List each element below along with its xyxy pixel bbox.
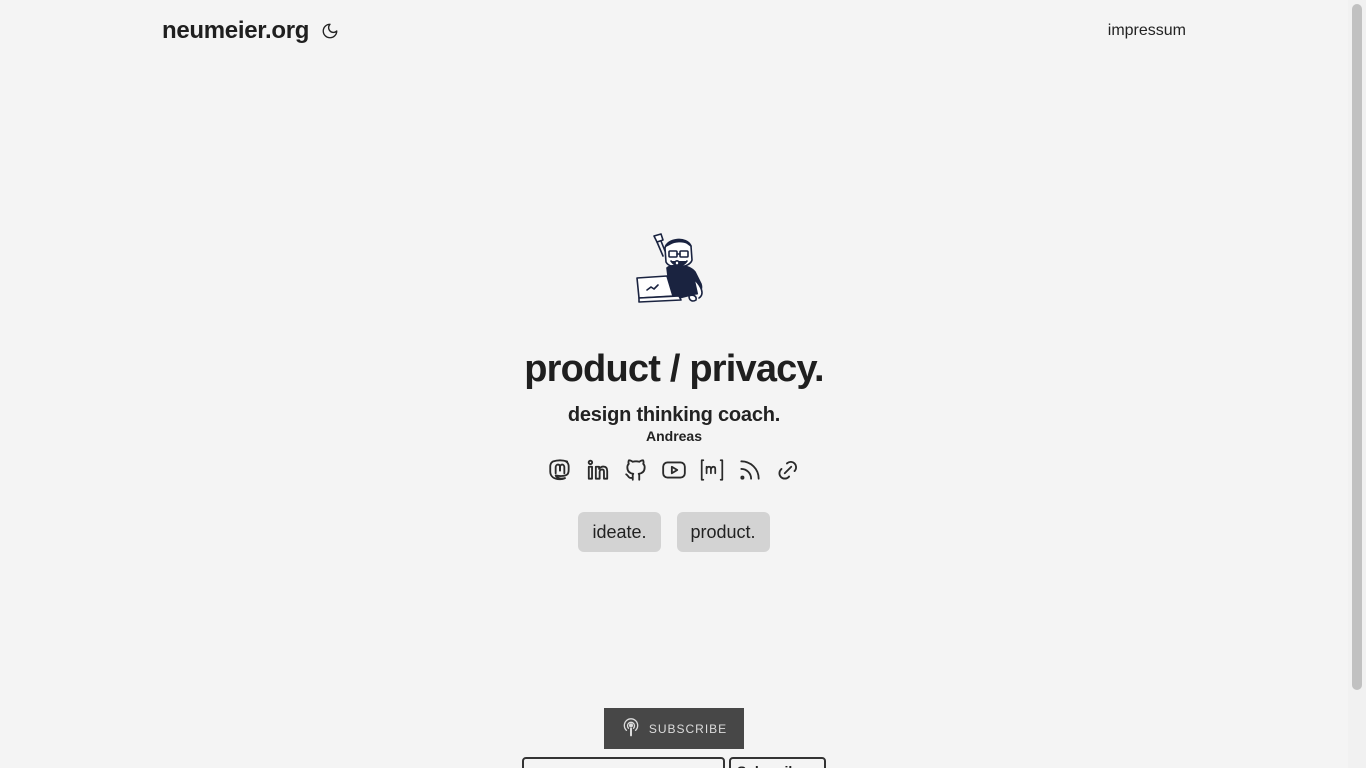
- github-icon[interactable]: [623, 457, 649, 483]
- social-links: [547, 457, 801, 483]
- matrix-icon[interactable]: [699, 457, 725, 483]
- site-title-link[interactable]: neumeier.org: [162, 17, 309, 45]
- subscribe-label: SUBSCRIBE: [648, 721, 728, 736]
- moon-icon[interactable]: [319, 20, 341, 42]
- site-header: neumeier.org impressum: [162, 14, 1186, 48]
- link-icon[interactable]: [775, 457, 801, 483]
- avatar: [635, 230, 713, 306]
- linkedin-icon[interactable]: [585, 457, 611, 483]
- rss-icon[interactable]: [737, 457, 763, 483]
- podcast-icon: [621, 716, 641, 741]
- impressum-link[interactable]: impressum: [1108, 22, 1186, 40]
- subscribe-submit-button[interactable]: Subscribe: [729, 757, 826, 768]
- scrollbar-thumb[interactable]: [1352, 4, 1362, 690]
- mastodon-icon[interactable]: [547, 457, 573, 483]
- category-buttons: ideate. product.: [578, 512, 770, 552]
- email-field[interactable]: [522, 757, 725, 768]
- scrollbar[interactable]: [1348, 0, 1366, 768]
- headline: product / privacy.: [524, 348, 824, 390]
- brand: neumeier.org: [162, 17, 341, 45]
- youtube-icon[interactable]: [661, 457, 687, 483]
- author-name: Andreas: [645, 428, 703, 444]
- hero: product / privacy. design thinking coach…: [0, 230, 1348, 552]
- product-button[interactable]: product.: [676, 512, 770, 552]
- podcast-subscribe-button[interactable]: SUBSCRIBE: [604, 708, 744, 749]
- page: neumeier.org impressum product / privacy…: [0, 0, 1366, 768]
- subheadline: design thinking coach.: [567, 404, 781, 426]
- ideate-button[interactable]: ideate.: [578, 512, 661, 552]
